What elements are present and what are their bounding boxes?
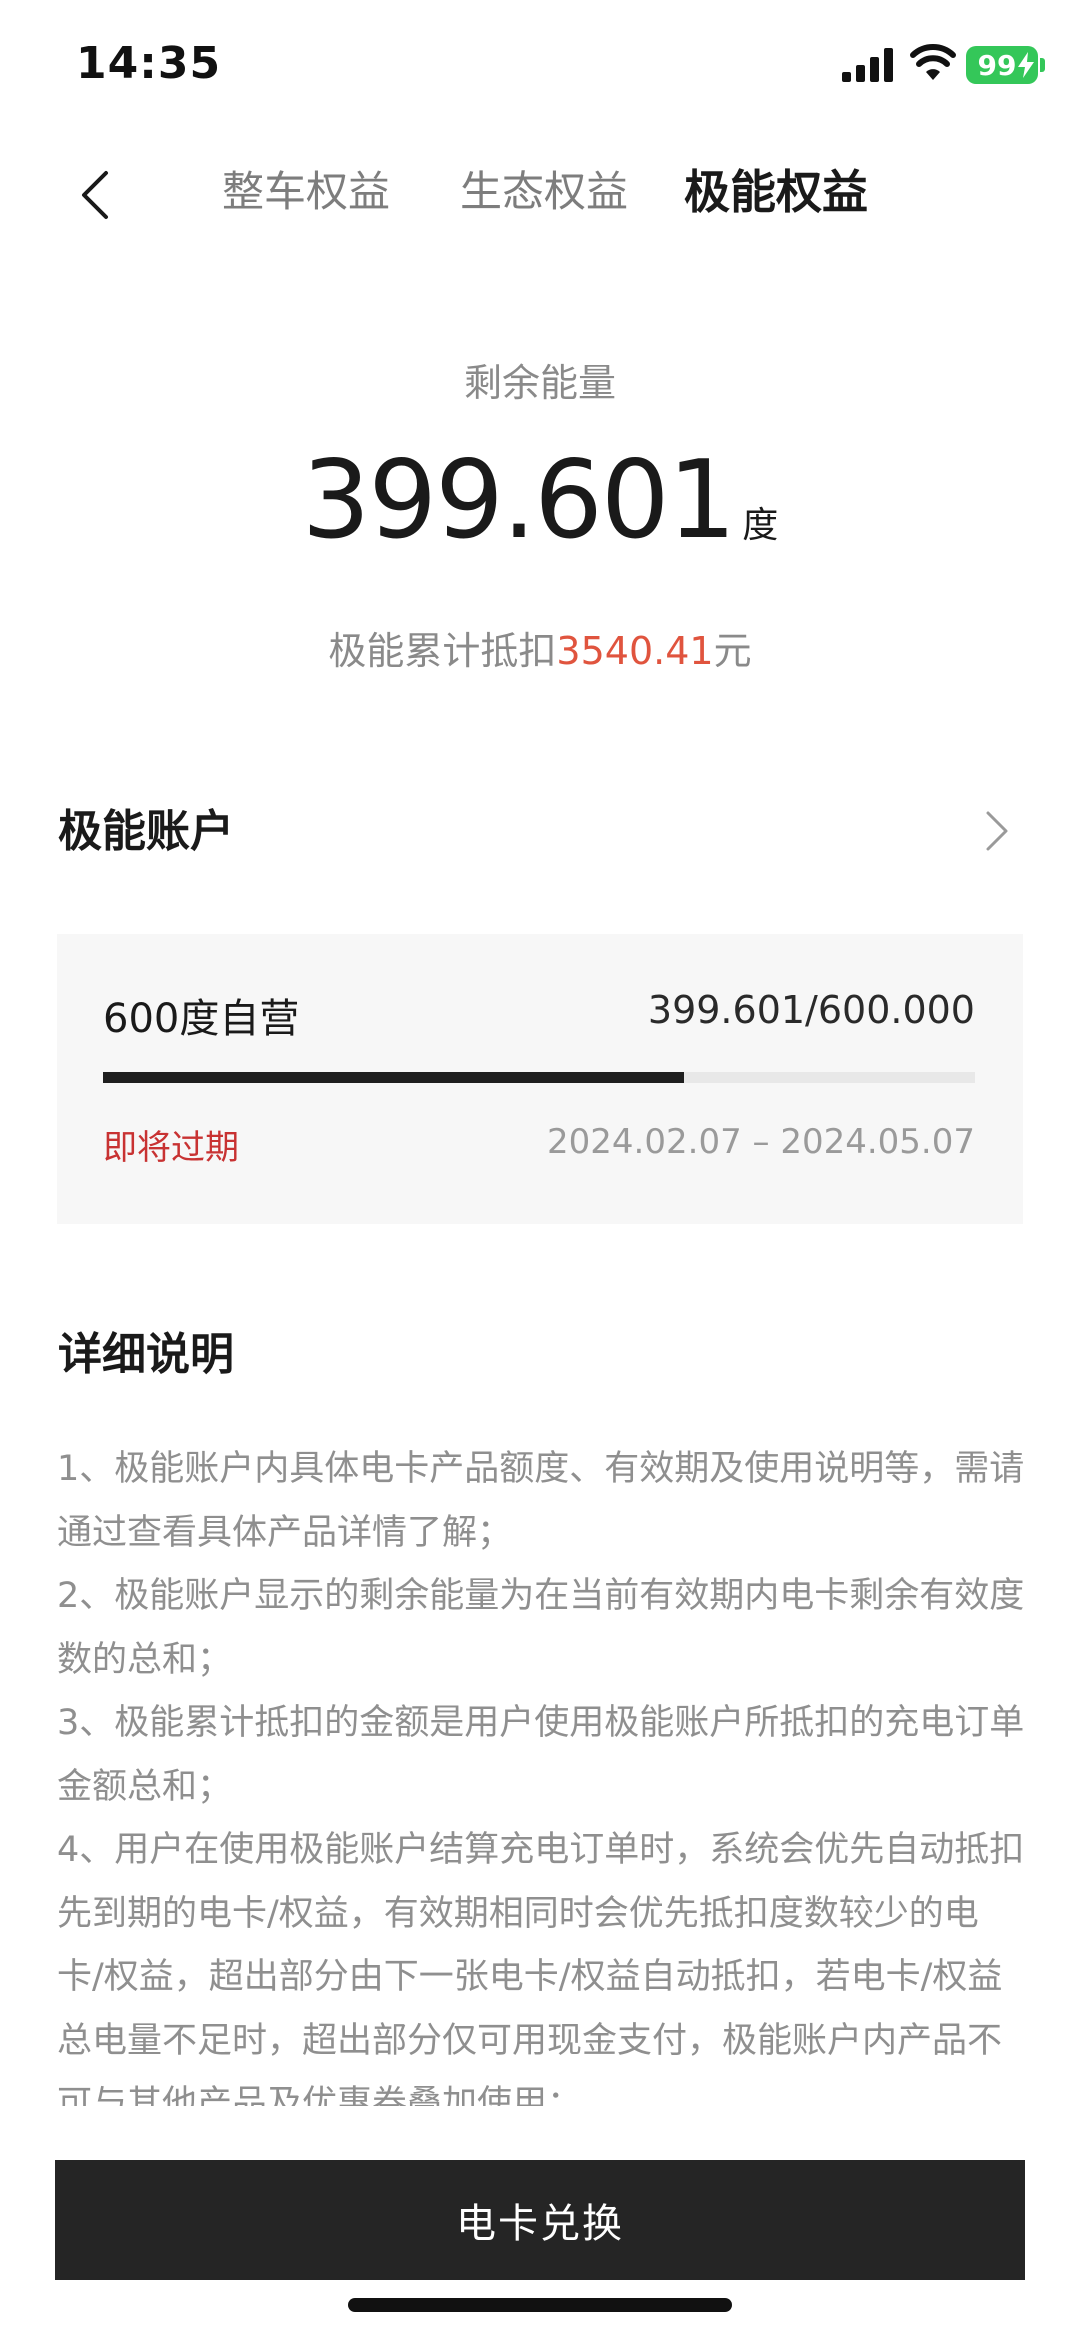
tab-ecosystem-benefits[interactable]: 生态权益 [460, 162, 628, 222]
chevron-right-icon [986, 811, 1008, 851]
chevron-left-icon [82, 171, 108, 219]
battery-tip [1040, 58, 1045, 72]
remaining-energy-row: 399.601 度 [0, 438, 1080, 563]
status-bar: 14:35 99 [0, 0, 1080, 130]
remaining-energy-unit: 度 [742, 505, 779, 546]
nav-bar: 整车权益 生态权益 极能权益 [0, 140, 1080, 250]
details-item: 4、用户在使用极能账户结算充电订单时，系统会优先自动抵扣先到期的电卡/权益，有效… [57, 1830, 1025, 2110]
remaining-energy-value: 399.601 [301, 438, 737, 563]
details-item: 3、极能累计抵扣的金额是用户使用极能账户所抵扣的充电订单金额总和； [57, 1703, 1025, 1807]
wifi-icon [910, 44, 956, 80]
energy-card-period: 2024.02.07 – 2024.05.07 [547, 1122, 975, 1162]
energy-card-status: 即将过期 [103, 1128, 239, 1168]
battery-level: 99 [977, 48, 1017, 82]
energy-card-name: 600度自营 [103, 996, 300, 1042]
signal-icon [842, 48, 893, 82]
energy-progress-fill [103, 1072, 684, 1083]
bolt-icon [1018, 52, 1034, 78]
energy-progress-bar [103, 1072, 975, 1083]
total-deduction: 极能累计抵扣3540.41元 [0, 620, 1080, 675]
battery-icon: 99 [966, 46, 1038, 84]
screen: 14:35 99 整车权益 生态权益 极能权益 剩余能量 399.601 度 极… [0, 0, 1080, 2339]
back-button[interactable] [60, 160, 130, 230]
details-item: 1、极能账户内具体电卡产品额度、有效期及使用说明等，需请通过查看具体产品详情了解… [57, 1449, 1025, 1553]
total-deduction-prefix: 极能累计抵扣 [328, 629, 557, 673]
status-time: 14:35 [76, 38, 222, 89]
energy-account-title: 极能账户 [58, 806, 234, 857]
tab-energy-benefits[interactable]: 极能权益 [684, 162, 868, 222]
exchange-card-button[interactable]: 电卡兑换 [55, 2160, 1025, 2280]
total-deduction-amount: 3540.41 [556, 629, 714, 673]
details-item: 2、极能账户显示的剩余能量为在当前有效期内电卡剩余有效度数的总和； [57, 1576, 1025, 1680]
energy-card[interactable]: 600度自营 399.601/600.000 即将过期 2024.02.07 –… [57, 934, 1023, 1224]
home-indicator[interactable] [348, 2298, 732, 2312]
details-body: 1、极能账户内具体电卡产品额度、有效期及使用说明等，需请通过查看具体产品详情了解… [57, 1438, 1025, 2110]
remaining-energy-label: 剩余能量 [463, 361, 616, 405]
energy-account-row[interactable]: 极能账户 [58, 795, 1022, 865]
total-deduction-suffix: 元 [713, 629, 752, 673]
details-title: 详细说明 [58, 1329, 234, 1380]
energy-card-balance: 399.601/600.000 [647, 988, 975, 1032]
tab-vehicle-benefits[interactable]: 整车权益 [222, 162, 390, 222]
